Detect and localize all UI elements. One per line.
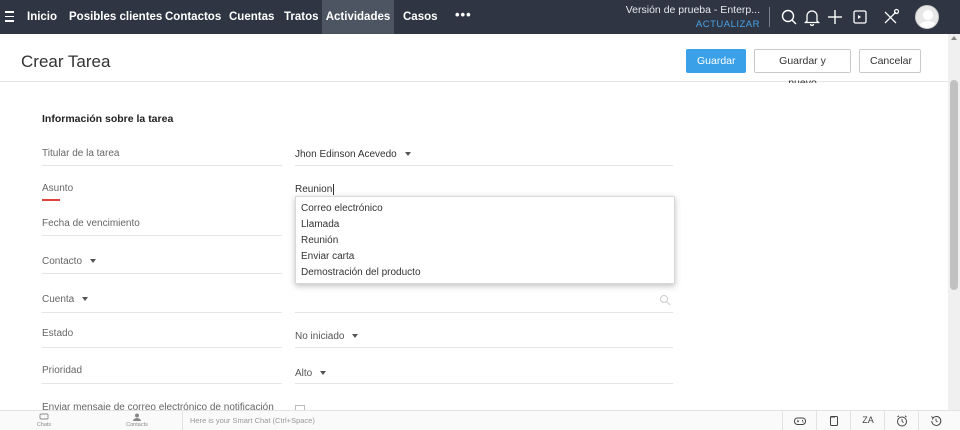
history-button[interactable] [918, 411, 952, 430]
notes-icon [830, 416, 838, 426]
account-field[interactable] [295, 312, 673, 313]
user-avatar[interactable] [915, 5, 939, 29]
menu-icon[interactable] [5, 8, 19, 24]
save-button[interactable]: Guardar [686, 49, 746, 73]
section-title: Información sobre la tarea [42, 113, 174, 125]
text-cursor [333, 184, 335, 195]
contacts-icon [133, 413, 141, 421]
chats-button[interactable]: Chats [24, 413, 64, 428]
status-label: Estado [42, 328, 74, 339]
chat-icon [39, 413, 49, 420]
save-and-new-button[interactable]: Guardar y nuevo [754, 49, 851, 89]
tools-icon[interactable] [881, 7, 901, 27]
nav-divider [769, 7, 770, 27]
suggestion-item[interactable]: Llamada [296, 217, 674, 233]
gamepad-icon [794, 417, 806, 425]
owner-select[interactable]: Jhon Edinson Acevedo [295, 149, 411, 160]
owner-label: Titular de la tarea [42, 148, 120, 159]
trial-text: Versión de prueba - Enterp... [625, 4, 760, 16]
page-title: Crear Tarea [21, 52, 111, 71]
nav-tab-cuentas[interactable]: Cuentas [229, 0, 274, 34]
translate-button[interactable]: ZA [850, 411, 884, 430]
priority-label: Prioridad [42, 365, 83, 376]
contacts-button[interactable]: Contacts [117, 413, 157, 428]
subject-input[interactable]: Reunion [295, 184, 335, 196]
account-label-underline [42, 312, 282, 313]
chevron-down-icon [352, 334, 359, 339]
scroll-up-icon[interactable] [951, 36, 957, 40]
bottom-divider [182, 411, 183, 430]
smart-chat-input[interactable]: Here is your Smart Chat (Ctrl+Space) [190, 416, 315, 425]
upgrade-link[interactable]: ACTUALIZAR [626, 19, 760, 30]
nav-tab-posibles-clientes[interactable]: Posibles clientes [69, 0, 162, 34]
account-label[interactable]: Cuenta [42, 294, 89, 305]
history-icon [930, 415, 942, 426]
status-label-underline [42, 347, 282, 348]
page-header: Crear Tarea Guardar Guardar y nuevo Canc… [0, 34, 948, 89]
subject-value: Reunion [295, 184, 333, 196]
contact-label[interactable]: Contacto [42, 256, 97, 267]
contacts-label: Contacts [126, 422, 148, 428]
page-scrollbar[interactable] [948, 34, 960, 410]
gamepad-button[interactable] [782, 411, 816, 430]
subject-suggestions: Correo electrónico Llamada Reunión Envia… [295, 196, 675, 284]
priority-label-underline [42, 383, 282, 384]
nav-tab-contactos[interactable]: Contactos [165, 0, 221, 34]
nav-tab-casos[interactable]: Casos [403, 0, 438, 34]
calendar-icon[interactable] [850, 7, 870, 27]
alarm-clock-icon [897, 415, 907, 427]
cancel-button[interactable]: Cancelar [859, 49, 921, 73]
status-value: No iniciado [295, 331, 345, 342]
due-date-label: Fecha de vencimiento [42, 218, 140, 229]
nav-tab-actividades[interactable]: Actividades [322, 0, 394, 34]
priority-underline [295, 383, 673, 384]
status-underline [295, 347, 673, 348]
owner-label-underline [42, 165, 282, 166]
due-date-label-underline [42, 235, 282, 236]
nav-tab-inicio[interactable]: Inicio [27, 0, 57, 34]
chevron-down-icon [82, 297, 89, 302]
plus-icon[interactable] [825, 7, 845, 27]
notes-button[interactable] [816, 411, 850, 430]
subject-label: Asunto [42, 183, 74, 194]
suggestion-item[interactable]: Correo electrónico [296, 201, 674, 217]
chevron-down-icon [320, 371, 327, 376]
bell-icon[interactable] [802, 7, 822, 27]
suggestion-item[interactable]: Demostración del producto [296, 265, 674, 281]
status-select[interactable]: No iniciado [295, 331, 359, 342]
bottom-bar: Chats Contacts Here is your Smart Chat (… [0, 410, 960, 430]
translate-label: ZA [862, 415, 874, 425]
search-icon[interactable] [659, 293, 671, 306]
required-indicator [42, 199, 60, 201]
search-icon[interactable] [779, 7, 799, 27]
priority-select[interactable]: Alto [295, 368, 327, 379]
account-label-text: Cuenta [42, 294, 75, 305]
contact-label-underline [42, 273, 282, 274]
contact-label-text: Contacto [42, 256, 83, 267]
trial-info: Versión de prueba - Enterp... ACTUALIZAR [626, 4, 760, 30]
owner-underline [295, 165, 673, 166]
suggestion-item[interactable]: Reunión [296, 233, 674, 249]
owner-value: Jhon Edinson Acevedo [295, 149, 397, 160]
top-nav: Inicio Posibles clientes Contactos Cuent… [0, 0, 960, 34]
priority-value: Alto [295, 368, 313, 379]
nav-tab-tratos[interactable]: Tratos [284, 0, 319, 34]
suggestion-item[interactable]: Enviar carta [296, 249, 674, 265]
scroll-thumb[interactable] [950, 80, 958, 290]
chevron-down-icon [404, 152, 411, 157]
alarm-button[interactable] [884, 411, 918, 430]
chevron-down-icon [90, 259, 97, 264]
chats-label: Chats [36, 422, 52, 428]
more-tabs-button[interactable]: ••• [455, 0, 472, 34]
